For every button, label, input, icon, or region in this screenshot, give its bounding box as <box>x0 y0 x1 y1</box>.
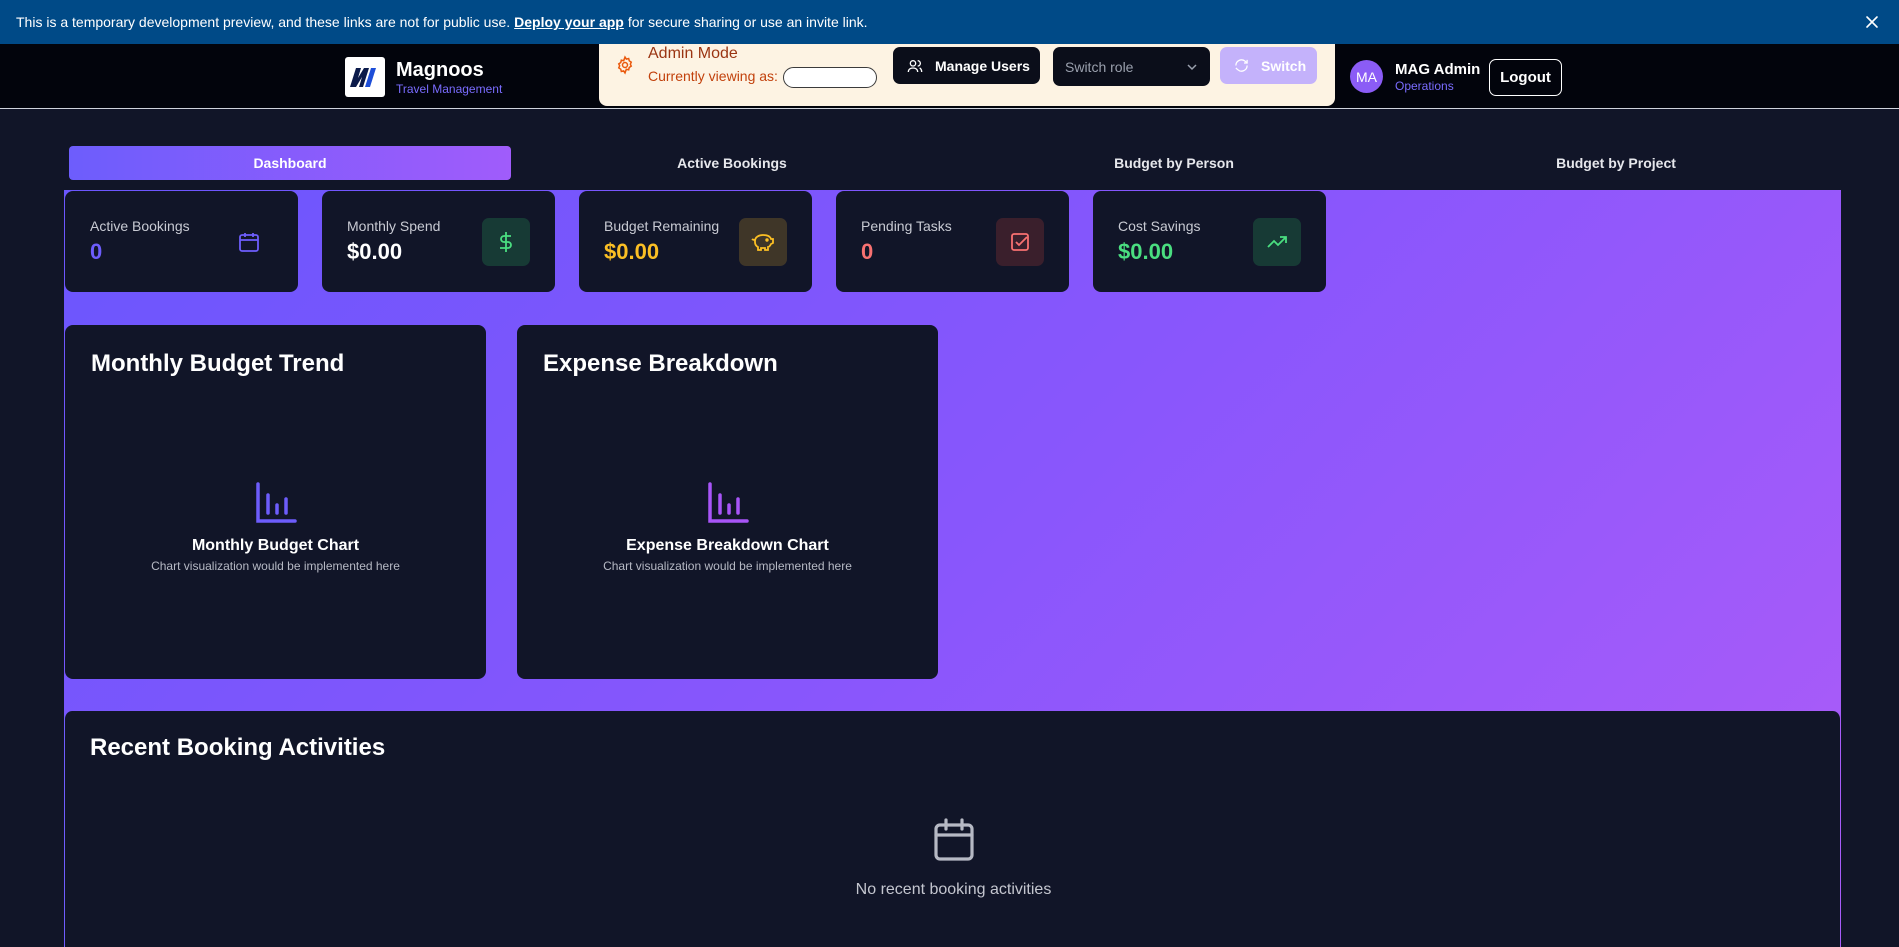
dollar-icon <box>482 218 530 266</box>
chart-placeholder-title: Expense Breakdown Chart <box>626 537 829 554</box>
tab-active-bookings[interactable]: Active Bookings <box>511 146 953 180</box>
recent-booking-activities-card: Recent Booking Activities No recent book… <box>64 711 1841 947</box>
banner-text: This is a temporary development preview,… <box>16 14 511 30</box>
user-menu[interactable]: MA MAG Admin Operations <box>1350 60 1480 93</box>
refresh-icon <box>1235 59 1248 72</box>
stat-value: $0.00 <box>347 239 403 264</box>
checkbox-icon <box>996 218 1044 266</box>
stat-card-monthly-spend: Monthly Spend $0.00 <box>322 191 555 292</box>
close-icon[interactable] <box>1861 11 1883 33</box>
user-role: Operations <box>1395 78 1454 93</box>
app-header: Magnoos Travel Management Admin Mode Cur… <box>0 44 1899 109</box>
stat-value: $0.00 <box>604 239 660 264</box>
expense-breakdown-card: Expense Breakdown Expense Breakdown Char… <box>517 325 938 679</box>
stat-label: Pending Tasks <box>861 218 952 234</box>
stat-label: Budget Remaining <box>604 218 720 234</box>
switch-role-placeholder: Switch role <box>1065 58 1134 75</box>
gear-icon <box>615 55 635 75</box>
chart-placeholder-title: Monthly Budget Chart <box>191 537 360 554</box>
viewing-as-label: Currently viewing as: <box>648 68 778 84</box>
stat-value: 0 <box>90 239 103 264</box>
brand[interactable]: Magnoos Travel Management <box>345 57 502 97</box>
deploy-link[interactable]: Deploy your app <box>514 14 624 30</box>
trending-up-icon <box>1253 218 1301 266</box>
stat-value: $0.00 <box>1118 239 1174 264</box>
stat-card-cost-savings: Cost Savings $0.00 <box>1093 191 1326 292</box>
stat-label: Monthly Spend <box>347 218 441 234</box>
stat-card-budget-remaining: Budget Remaining $0.00 <box>579 191 812 292</box>
piggy-bank-icon <box>739 218 787 266</box>
card-title: Monthly Budget Trend <box>91 350 345 377</box>
stat-card-pending-tasks: Pending Tasks 0 <box>836 191 1069 292</box>
logout-button[interactable]: Logout <box>1489 59 1562 96</box>
user-name: MAG Admin <box>1395 60 1481 78</box>
switch-label: Switch <box>1261 57 1307 74</box>
brand-name: Magnoos <box>396 59 484 81</box>
users-icon <box>907 59 923 72</box>
stat-card-active-bookings: Active Bookings 0 <box>65 191 298 292</box>
banner-text-after: for secure sharing or use an invite link… <box>627 14 868 30</box>
admin-mode-panel: Admin Mode Currently viewing as: Manage … <box>599 44 1335 106</box>
stat-value: 0 <box>861 239 874 264</box>
stat-label: Active Bookings <box>90 218 190 234</box>
bar-chart-icon <box>254 481 298 525</box>
bar-chart-icon <box>706 481 750 525</box>
viewing-as-badge <box>783 67 877 88</box>
tab-budget-by-project[interactable]: Budget by Project <box>1395 146 1837 180</box>
card-title: Expense Breakdown <box>543 350 778 377</box>
card-title: Recent Booking Activities <box>90 734 386 761</box>
switch-role-select[interactable]: Switch role <box>1053 47 1210 86</box>
chart-placeholder-note: Chart visualization would be implemented… <box>603 559 852 573</box>
chevron-down-icon <box>1186 60 1198 76</box>
avatar: MA <box>1350 60 1383 93</box>
preview-banner: This is a temporary development preview,… <box>0 0 1899 44</box>
main-tabs: Dashboard Active Bookings Budget by Pers… <box>69 146 1839 180</box>
stat-label: Cost Savings <box>1118 218 1201 234</box>
calendar-icon <box>225 218 273 266</box>
monthly-budget-trend-card: Monthly Budget Trend Monthly Budget Char… <box>65 325 486 679</box>
admin-mode-title: Admin Mode <box>648 45 738 62</box>
brand-subtitle: Travel Management <box>396 82 503 96</box>
chart-placeholder-note: Chart visualization would be implemented… <box>151 559 400 573</box>
tab-budget-by-person[interactable]: Budget by Person <box>953 146 1395 180</box>
tab-dashboard[interactable]: Dashboard <box>69 146 511 180</box>
manage-users-label: Manage Users <box>935 57 1030 74</box>
switch-button[interactable]: Switch <box>1220 47 1317 84</box>
magnoos-logo-icon <box>345 57 385 97</box>
empty-state-text: No recent booking activities <box>855 881 1052 898</box>
calendar-icon <box>931 817 977 863</box>
manage-users-button[interactable]: Manage Users <box>893 47 1040 84</box>
